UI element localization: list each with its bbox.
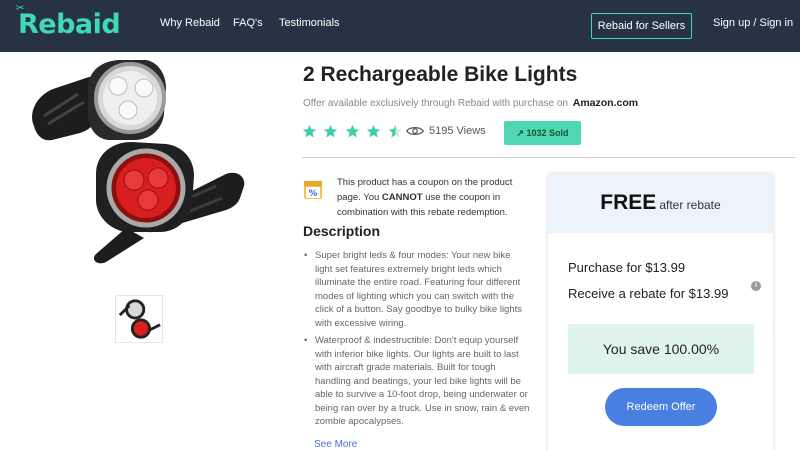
product-image [32,60,245,264]
coupon-note: This product has a coupon on the product… [337,177,513,218]
logo-text: Rebaid [18,9,121,40]
product-title: 2 Rechargeable Bike Lights [303,63,578,86]
coupon-icon: % [304,181,322,199]
redeem-offer-button[interactable]: Redeem Offer [605,388,717,426]
top-nav-bar: ✂ Rebaid Why Rebaid FAQ's Testimonials R… [0,0,800,52]
star-full-icon [302,124,317,138]
views-text: 5195 Views [429,125,486,137]
sold-text: 1032 Sold [526,128,569,138]
description-heading: Description [303,223,381,239]
description-list: Super bright leds & four modes: Your new… [303,249,530,433]
rebaid-logo[interactable]: ✂ Rebaid [16,3,121,43]
purchase-price: Purchase for $13.99 [568,260,686,275]
offer-line: Offer available exclusively through Reba… [303,97,638,109]
signin-link[interactable]: Sign up / Sign in [713,17,793,29]
after-rebate-label: after rebate [659,198,721,212]
offer-text: Offer available exclusively through Reba… [303,98,568,109]
rebate-amount: Receive a rebate for $13.99 [568,286,729,301]
nav-testimonials[interactable]: Testimonials [279,17,340,29]
star-full-icon [367,124,381,138]
see-more-link[interactable]: See More [314,439,357,450]
rebaid-for-sellers-button[interactable]: Rebaid for Sellers [591,13,692,39]
description-item: Super bright leds & four modes: Your new… [303,249,530,330]
rebate-card-header: FREE after rebate [548,174,773,233]
rebate-card: FREE after rebate Purchase for $13.99 Rec… [548,174,773,450]
star-half-icon [388,124,403,138]
store-name: Amazon.com [572,97,639,109]
star-full-icon [345,124,360,138]
eye-icon [406,127,424,136]
sold-badge: ↗ 1032 Sold [504,121,581,145]
coupon-emphasis: CANNOT [381,192,423,203]
views-count: 5195 Views [406,125,486,137]
star-full-icon [324,124,338,138]
nav-faqs[interactable]: FAQ's [233,17,263,29]
product-thumbnail[interactable] [115,295,163,343]
info-icon[interactable]: i [751,281,761,291]
divider [302,157,796,158]
rating-stars [302,124,405,140]
free-after-rebate: FREE after rebate [548,191,773,215]
svg-text:%: % [308,189,317,199]
free-label: FREE [600,191,657,214]
savings-box: You save 100.00% [568,324,754,374]
description-item: Waterproof & indestructible: Don't equip… [303,334,530,429]
trending-up-icon: ↗ [516,128,524,138]
nav-why-rebaid[interactable]: Why Rebaid [160,17,220,29]
